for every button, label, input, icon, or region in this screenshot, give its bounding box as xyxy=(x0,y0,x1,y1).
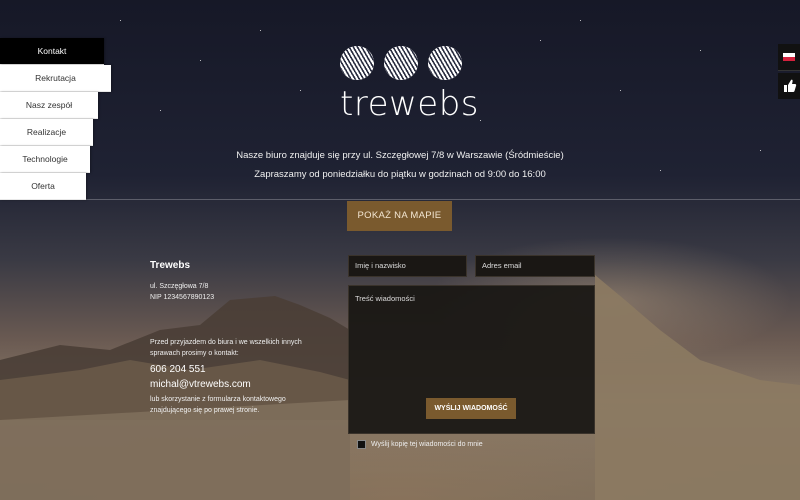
language-switch[interactable] xyxy=(778,44,800,71)
brand-logo[interactable]: trewebs xyxy=(340,46,480,124)
send-copy-option[interactable]: Wyślij kopię tej wiadomości do mnie xyxy=(357,440,483,449)
nav-item-nasz-zespol[interactable]: Nasz zespół xyxy=(0,92,98,119)
show-map-button[interactable]: POKAŻ NA MAPIE xyxy=(347,201,452,231)
opening-hours-text: Zapraszamy od poniedziałku do piątku w g… xyxy=(254,169,546,180)
company-name: Trewebs xyxy=(150,260,191,271)
header-divider xyxy=(0,199,800,200)
like-button[interactable] xyxy=(778,73,800,99)
side-navigation: Kontakt Rekrutacja Nasz zespół Realizacj… xyxy=(0,38,111,200)
nav-item-realizacje[interactable]: Realizacje xyxy=(0,119,93,146)
email-link[interactable]: michal@vtrewebs.com xyxy=(150,379,320,390)
logo-circle-icon xyxy=(384,46,418,80)
logo-circle-icon xyxy=(428,46,462,80)
nav-item-rekrutacja[interactable]: Rekrutacja xyxy=(0,65,111,92)
send-copy-checkbox[interactable] xyxy=(357,440,366,449)
office-address-text: Nasze biuro znajduje się przy ul. Szczęg… xyxy=(236,150,564,161)
send-copy-label: Wyślij kopię tej wiadomości do mnie xyxy=(371,441,483,448)
phone-number[interactable]: 606 204 551 xyxy=(150,364,320,375)
logo-mark xyxy=(340,46,462,80)
send-message-button[interactable]: WYŚLIJ WIADOMOŚĆ xyxy=(426,398,516,419)
contact-note: Przed przyjazdem do biura i we wszelkich… xyxy=(150,339,302,357)
thumbs-up-icon xyxy=(784,79,797,92)
nav-item-oferta[interactable]: Oferta xyxy=(0,173,86,200)
logo-circle-icon xyxy=(340,46,374,80)
nav-item-technologie[interactable]: Technologie xyxy=(0,146,90,173)
company-address: ul. Szczęgłowa 7/8 xyxy=(150,283,209,290)
company-nip: NIP 1234567890123 xyxy=(150,294,215,301)
form-note: lub skorzystanie z formularza kontaktowe… xyxy=(150,396,286,414)
company-info: Trewebs ul. Szczęgłowa 7/8 NIP 123456789… xyxy=(150,260,320,416)
brand-name: trewebs xyxy=(340,84,480,124)
name-field[interactable]: Imię i nazwisko xyxy=(348,255,467,277)
email-field[interactable]: Adres email xyxy=(475,255,595,277)
poland-flag-icon xyxy=(783,53,795,61)
nav-item-kontakt[interactable]: Kontakt xyxy=(0,38,104,65)
